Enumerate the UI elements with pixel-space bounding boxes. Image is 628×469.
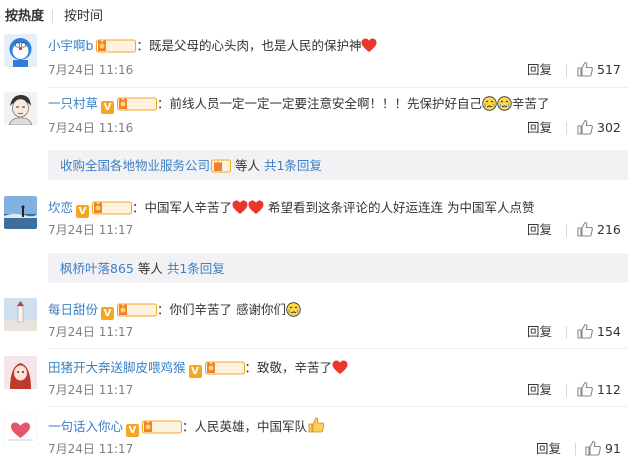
comment-username[interactable]: 小宇啊b [48, 38, 93, 53]
comment-text-tail: 希望看到这条评论的人好运连连 为中国军人点赞 [264, 200, 535, 215]
thumbs-up-emoji-icon [307, 416, 325, 434]
heart-emoji-icon [361, 38, 377, 53]
heart-emoji-icon [248, 200, 264, 215]
sort-by-time-tab[interactable]: 按时间 [64, 8, 103, 25]
fan-badge-icon [92, 201, 132, 215]
action-separator [566, 224, 567, 237]
like-icon[interactable] [585, 440, 601, 456]
avatar[interactable] [4, 414, 37, 447]
comment-item: 一句话入你心 V ：人民英雄，中国军队 7月24日 11:17 回复 91 [0, 414, 628, 466]
comment-timestamp: 7月24日 11:17 [48, 383, 134, 397]
sub-reply-box: 枫桥叶落865 等人 共1条回复 [48, 253, 628, 283]
avatar[interactable] [4, 298, 37, 331]
like-icon[interactable] [577, 119, 593, 135]
avatar-image-icon [4, 196, 37, 229]
like-count: 302 [597, 120, 621, 135]
avatar-image-icon [4, 34, 37, 67]
like-count: 216 [597, 222, 621, 237]
verified-v-icon: V [76, 205, 90, 218]
tab-separator [52, 10, 53, 23]
fan-badge-icon [96, 39, 136, 53]
action-separator [566, 64, 567, 77]
comment-item: 每日甜份 V ：你们辛苦了 感谢你们 7月24日 11:17 回复 154 [0, 298, 628, 350]
like-count: 112 [597, 382, 621, 397]
action-separator [566, 326, 567, 339]
verified-v-icon: V [101, 307, 115, 320]
divider [48, 348, 628, 349]
view-replies-link[interactable]: 共1条回复 [167, 261, 225, 276]
comment-timestamp: 7月24日 11:17 [48, 325, 134, 339]
like-count: 154 [597, 324, 621, 339]
sub-reply-username[interactable]: 枫桥叶落865 [60, 261, 134, 276]
reply-button[interactable]: 回复 [527, 62, 552, 78]
avatar[interactable] [4, 34, 37, 67]
comment-username[interactable]: 每日甜份 [48, 302, 98, 317]
sort-by-hot-tab[interactable]: 按热度 [5, 8, 44, 25]
fan-badge-icon [117, 303, 157, 317]
comment-timestamp: 7月24日 11:16 [48, 63, 134, 77]
reply-button[interactable]: 回复 [527, 324, 552, 340]
verified-v-icon: V [101, 101, 115, 114]
sort-tabs: 按热度 按时间 [0, 0, 628, 30]
like-icon[interactable] [577, 381, 593, 397]
comment-text: ：中国军人辛苦了 [132, 200, 233, 215]
crying-emoji-icon [497, 96, 512, 111]
comment-text: ：既是父母的心头肉，也是人民的保护神 [136, 38, 362, 53]
divider [48, 87, 628, 88]
heart-emoji-icon [332, 360, 348, 375]
fan-badge-icon [205, 361, 245, 375]
like-icon[interactable] [577, 221, 593, 237]
comment-text: ：人民英雄，中国军队 [182, 419, 308, 434]
like-icon[interactable] [577, 323, 593, 339]
reply-button[interactable]: 回复 [527, 222, 552, 238]
reply-button[interactable]: 回复 [527, 382, 552, 398]
crying-emoji-icon [482, 96, 497, 111]
reply-button[interactable]: 回复 [527, 120, 552, 136]
avatar[interactable] [4, 196, 37, 229]
verified-v-icon: V [126, 424, 140, 437]
comment-timestamp: 7月24日 11:17 [48, 442, 134, 456]
sub-reply-box: 收购全国各地物业服务公司 等人 共1条回复 [48, 150, 628, 180]
fan-badge-icon [142, 420, 182, 434]
view-replies-link[interactable]: 共1条回复 [264, 158, 322, 173]
action-separator [566, 384, 567, 397]
avatar-image-icon [4, 298, 37, 331]
fan-badge-icon [117, 97, 157, 111]
avatar[interactable] [4, 92, 37, 125]
action-separator [566, 122, 567, 135]
comment-text: ：致敬，辛苦了 [244, 360, 333, 375]
comment-text: ：前线人员一定一定一定要注意安全啊！！！先保护好自己 [157, 96, 483, 111]
comment-item: 田猪开大奔送脚皮喂鸡猴 V ：致敬，辛苦了 7月24日 11:17 回复 112 [0, 356, 628, 408]
comment-username[interactable]: 坎恋 [48, 200, 73, 215]
avatar[interactable] [4, 356, 37, 389]
comment-timestamp: 7月24日 11:17 [48, 223, 134, 237]
avatar-image-icon [4, 356, 37, 389]
avatar-image-icon [4, 92, 37, 125]
comment-username[interactable]: 田猪开大奔送脚皮喂鸡猴 [48, 360, 186, 375]
divider [48, 406, 628, 407]
sub-reply-others: 等人 [231, 158, 264, 173]
reply-button[interactable]: 回复 [536, 441, 561, 457]
heart-emoji-icon [232, 200, 248, 215]
comment-item: 一只村草 V ：前线人员一定一定一定要注意安全啊！！！先保护好自己 辛苦了 7月24日… [0, 92, 628, 146]
comment-text-tail: 辛苦了 [512, 96, 550, 111]
fan-badge-icon [211, 159, 232, 173]
avatar-image-icon [4, 414, 37, 447]
comment-username[interactable]: 一只村草 [48, 96, 98, 111]
sub-reply-username[interactable]: 收购全国各地物业服务公司 [60, 158, 210, 173]
comment-item: 坎恋 V ：中国军人辛苦了 希望看到这条评论的人好运连连 为中国军人点赞 7月24日… [0, 196, 628, 250]
crying-emoji-icon [286, 302, 301, 317]
action-separator [575, 443, 576, 456]
comment-text: ：你们辛苦了 感谢你们 [157, 302, 286, 317]
comment-item: 小宇啊b ：既是父母的心头肉，也是人民的保护神 7月24日 11:16 回复 51… [0, 34, 628, 88]
comment-timestamp: 7月24日 11:16 [48, 121, 134, 135]
comment-username[interactable]: 一句话入你心 [48, 419, 123, 434]
like-icon[interactable] [577, 61, 593, 77]
like-count: 91 [605, 441, 621, 456]
like-count: 517 [597, 62, 621, 77]
sub-reply-others: 等人 [133, 261, 167, 276]
verified-v-icon: V [188, 365, 202, 378]
